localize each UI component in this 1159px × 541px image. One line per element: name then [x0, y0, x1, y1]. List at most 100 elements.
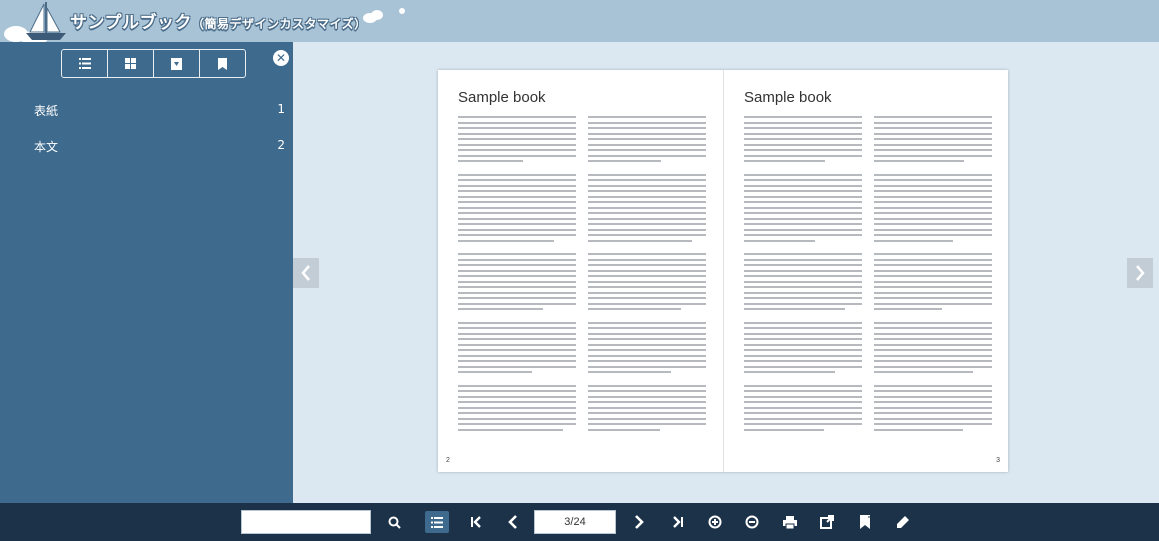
left-page[interactable]: Sample book 2 [438, 70, 723, 472]
text-line [458, 132, 576, 135]
download-button[interactable] [154, 50, 200, 77]
toc-list-icon [431, 516, 443, 528]
toc-item-label: 表紙 [34, 104, 59, 118]
text-line [874, 371, 974, 373]
text-line [458, 212, 576, 214]
text-line [874, 121, 992, 124]
text-line [588, 332, 706, 335]
cloud-decoration-icon [363, 8, 405, 23]
text-line [458, 228, 576, 231]
right-page[interactable]: Sample book 3 [723, 70, 1008, 472]
text-line [458, 269, 576, 272]
text-line [458, 390, 576, 392]
text-line [588, 365, 706, 368]
text-line [744, 201, 862, 203]
text-line [874, 206, 992, 209]
print-button[interactable] [780, 512, 800, 532]
text-line [588, 395, 706, 398]
zoom-in-button[interactable] [705, 512, 725, 532]
text-line [874, 360, 992, 362]
search-input[interactable] [241, 510, 371, 534]
first-page-icon [471, 516, 481, 528]
export-button[interactable] [817, 512, 837, 532]
bookmark-button[interactable] [200, 50, 245, 77]
first-page-button[interactable] [466, 512, 486, 532]
prev-spread-button[interactable] [293, 258, 319, 288]
text-line [588, 275, 706, 277]
text-line [874, 390, 992, 392]
toc-list-button[interactable] [62, 50, 108, 77]
search-button[interactable] [384, 512, 404, 532]
toc-item-body[interactable]: 本文 2 [0, 134, 293, 158]
text-line [874, 343, 992, 346]
text-line [458, 127, 576, 129]
text-column [874, 116, 992, 434]
text-line [744, 127, 862, 129]
text-line [744, 365, 862, 368]
page-number-input[interactable]: 3/24 [534, 510, 616, 534]
bookmark-add-button[interactable] [856, 512, 876, 532]
text-line [458, 332, 576, 335]
text-line [744, 132, 862, 135]
text-line [588, 206, 706, 209]
text-line [874, 149, 992, 151]
text-line [744, 121, 862, 124]
zoom-out-button[interactable] [742, 512, 762, 532]
text-line [458, 160, 523, 162]
text-line [588, 412, 706, 414]
page-number: 2 [446, 457, 450, 464]
text-line [458, 223, 576, 225]
text-line [458, 217, 576, 220]
text-line [588, 239, 692, 242]
text-line [458, 143, 576, 146]
text-line [744, 160, 826, 162]
toc-item-page: 2 [277, 138, 285, 152]
text-line [588, 343, 706, 346]
text-line [744, 371, 835, 373]
text-line [744, 239, 815, 242]
next-page-button[interactable] [629, 512, 649, 532]
toc-toggle-button[interactable] [425, 511, 449, 533]
text-line [458, 302, 576, 305]
prev-page-button[interactable] [503, 512, 523, 532]
text-line [588, 264, 706, 266]
text-line [458, 291, 576, 294]
marker-button[interactable] [893, 512, 913, 532]
text-line [588, 179, 706, 181]
text-line [744, 390, 862, 392]
text-line [588, 406, 706, 409]
text-line [588, 384, 706, 387]
last-page-button[interactable] [668, 512, 688, 532]
close-icon[interactable]: ✕ [273, 50, 289, 66]
text-line [588, 116, 706, 118]
text-line [744, 280, 862, 283]
app-subtitle-text: （簡易デザインカスタマイズ） [192, 17, 367, 31]
text-line [874, 154, 992, 157]
text-line [458, 384, 576, 387]
text-line [458, 417, 576, 420]
toc-item-cover[interactable]: 表紙 1 [0, 98, 293, 122]
text-line [874, 297, 992, 299]
text-line [874, 423, 992, 425]
text-line [874, 127, 992, 129]
text-line [458, 138, 576, 140]
text-line [874, 349, 992, 351]
text-line [874, 308, 943, 310]
thumbnail-grid-button[interactable] [108, 50, 154, 77]
text-line [874, 406, 992, 409]
text-line [458, 401, 576, 403]
next-spread-button[interactable] [1127, 258, 1153, 288]
book-spread[interactable]: Sample book 2 Sample book 3 [438, 70, 1008, 472]
text-column [588, 116, 706, 434]
text-line [874, 286, 992, 288]
text-line [874, 239, 954, 242]
export-icon [820, 515, 834, 529]
text-line [744, 406, 862, 409]
